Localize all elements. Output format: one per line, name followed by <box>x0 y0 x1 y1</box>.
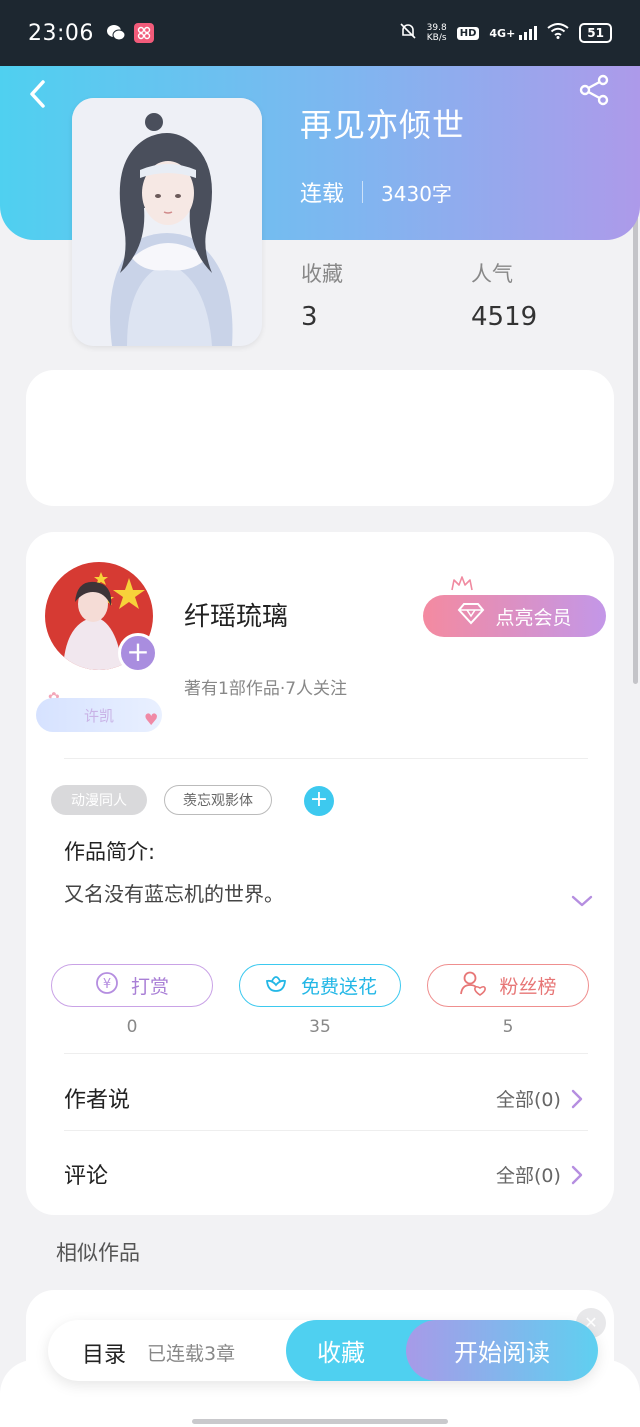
tag-topic[interactable]: 羡忘观影体 <box>164 785 272 815</box>
hd-badge: HD <box>456 26 480 40</box>
wechat-icon <box>106 23 126 43</box>
reward-label: 打赏 <box>130 976 169 998</box>
divider <box>64 1053 588 1054</box>
expand-intro-button[interactable] <box>570 893 594 912</box>
yen-coin-icon: ¥ <box>95 971 119 1000</box>
status-time: 23:06 <box>28 20 94 46</box>
book-cover-image[interactable] <box>72 98 262 346</box>
tag-genre[interactable]: 动漫同人 <box>51 785 147 815</box>
popularity-stat: 人气 4519 <box>471 258 537 332</box>
table-of-contents-button[interactable]: 目录 <box>82 1337 126 1369</box>
status-bar: 23:06 39.8 KB/s HD 4G+ 51 <box>0 0 640 66</box>
book-status: 连载 <box>300 182 345 207</box>
comments-all: 全部(0) <box>496 1165 561 1187</box>
comments-label: 评论 <box>64 1164 109 1189</box>
send-flower-label: 免费送花 <box>300 976 377 998</box>
start-reading-label: 开始阅读 <box>454 1339 550 1367</box>
favorites-stat: 收藏 3 <box>301 258 343 332</box>
add-tag-button[interactable]: + <box>304 786 334 816</box>
send-flower-button[interactable]: 免费送花 <box>239 964 401 1007</box>
fans-heart-icon <box>459 970 487 1001</box>
svg-text:¥: ¥ <box>103 977 111 992</box>
crown-icon <box>450 575 474 597</box>
similar-works-title: 相似作品 <box>56 1241 140 1265</box>
author-says-link[interactable]: 全部(0) <box>496 1085 583 1112</box>
fans-ranking-label: 粉丝榜 <box>499 976 557 998</box>
vip-button-label: 点亮会员 <box>495 606 572 629</box>
back-arrow-icon <box>30 80 45 108</box>
author-says-all: 全部(0) <box>496 1089 561 1111</box>
share-icon <box>579 74 609 106</box>
favorites-value: 3 <box>301 302 318 332</box>
home-indicator[interactable] <box>192 1419 448 1424</box>
favorites-label: 收藏 <box>301 262 343 286</box>
divider <box>64 758 588 759</box>
back-button[interactable] <box>20 74 54 114</box>
reward-button[interactable]: ¥ 打赏 <box>51 964 213 1007</box>
follow-author-button[interactable]: + <box>118 633 158 673</box>
diamond-icon <box>457 602 485 630</box>
intro-text: 又名没有蓝忘机的世界。 <box>64 882 284 906</box>
chapter-count: 已连载3章 <box>147 1343 236 1365</box>
net-speed: 39.8 KB/s <box>426 23 447 43</box>
vip-button[interactable]: 点亮会员 <box>423 595 606 637</box>
book-title: 再见亦倾世 <box>300 106 466 144</box>
favorite-button-label: 收藏 <box>317 1339 365 1367</box>
chevron-down-icon <box>571 895 593 907</box>
intro-label: 作品简介: <box>64 840 156 864</box>
divider <box>64 1130 588 1131</box>
fans-count: 5 <box>502 1017 514 1037</box>
chevron-right-icon <box>571 1165 583 1184</box>
heart-icon: ♥ <box>144 710 159 729</box>
battery-indicator: 51 <box>579 23 612 43</box>
book-meta: 连载 3430字 <box>300 176 452 208</box>
author-meta: 著有1部作品·7人关注 <box>184 679 348 699</box>
flower-count: 35 <box>309 1017 331 1037</box>
reward-count: 0 <box>126 1017 138 1037</box>
share-button[interactable] <box>578 74 618 114</box>
placeholder-card <box>26 370 614 506</box>
wifi-icon <box>547 23 569 43</box>
meta-divider <box>362 181 364 203</box>
signal-icon: 4G+ <box>489 26 538 40</box>
word-count: 3430字 <box>381 181 452 206</box>
flower-icon <box>263 971 289 1000</box>
comments-link[interactable]: 全部(0) <box>496 1161 583 1188</box>
app-notification-icon <box>133 23 154 43</box>
start-reading-button[interactable]: 开始阅读 <box>406 1320 598 1381</box>
mute-bell-icon <box>399 22 417 44</box>
popularity-value: 4519 <box>471 302 538 332</box>
author-says-label: 作者说 <box>64 1088 131 1113</box>
chevron-right-icon <box>571 1089 583 1108</box>
popularity-label: 人气 <box>471 262 513 286</box>
author-name[interactable]: 纤瑶琉璃 <box>184 596 288 633</box>
fans-ranking-button[interactable]: 粉丝榜 <box>427 964 589 1007</box>
